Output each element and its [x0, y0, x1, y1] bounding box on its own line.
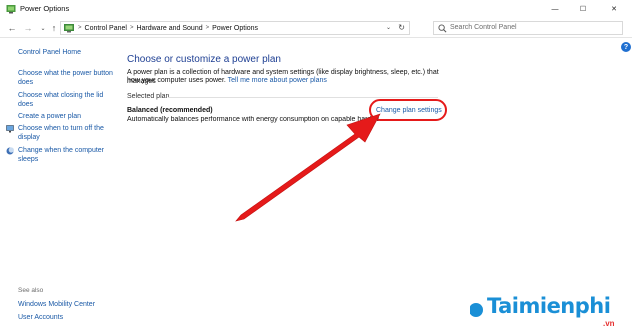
watermark-brand: Taimienphi — [487, 294, 611, 318]
annotation-arrow — [235, 113, 381, 222]
power-options-window: Power Options — ☐ ✕ ← → ⌄ ↑ > Control Pa… — [0, 0, 632, 333]
watermark-suffix: .vn — [603, 319, 615, 328]
